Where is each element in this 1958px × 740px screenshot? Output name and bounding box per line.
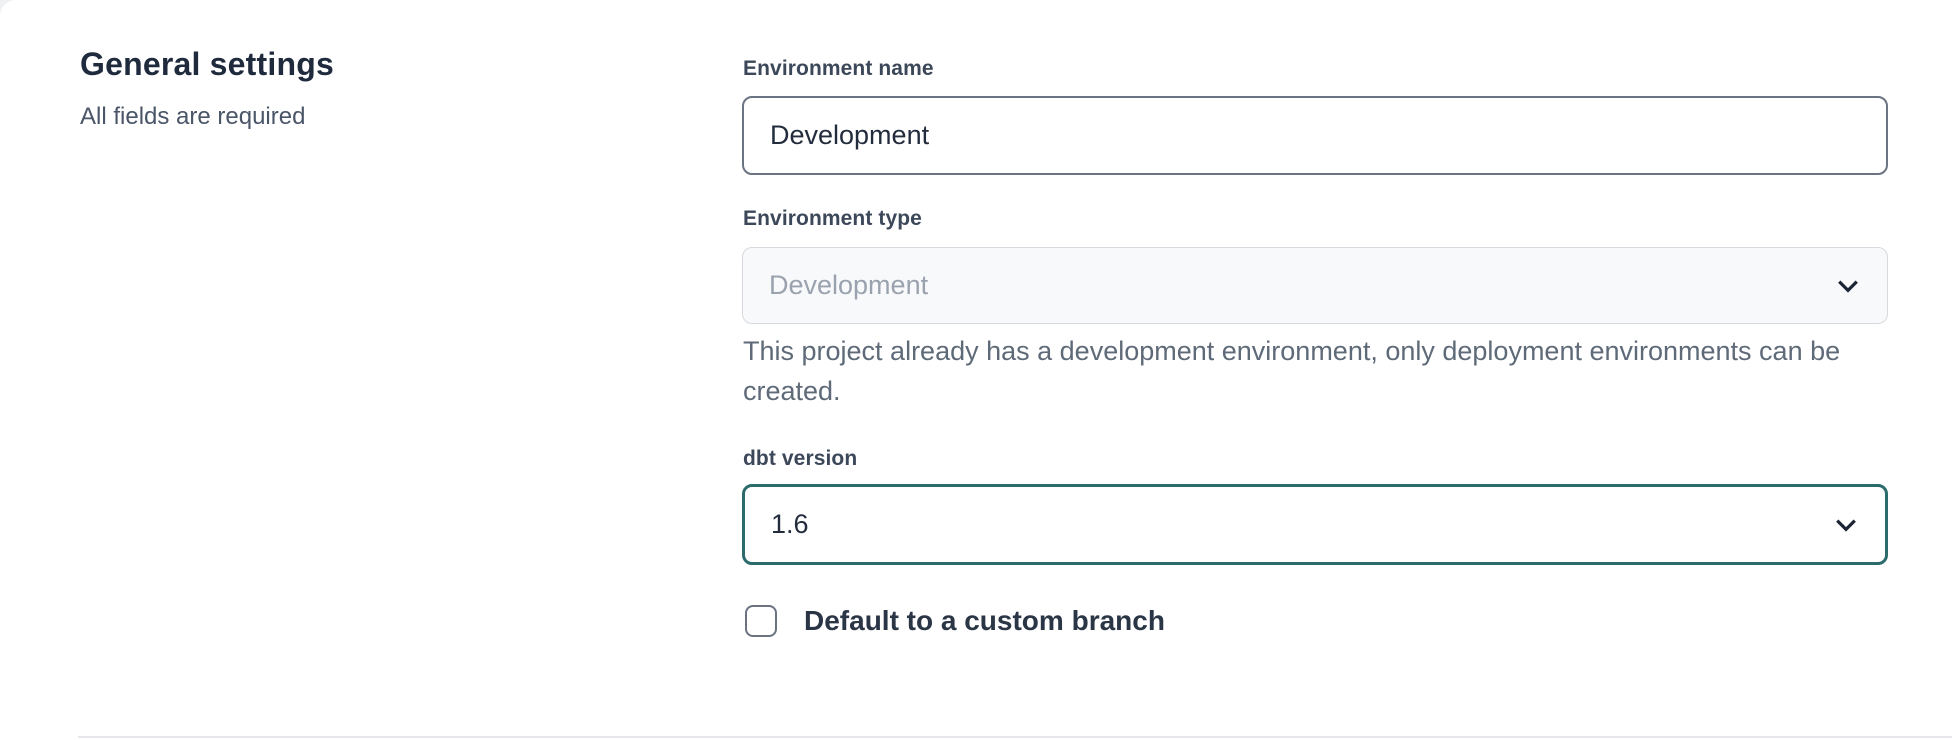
environment-type-label: Environment type	[743, 207, 922, 231]
page-title: General settings	[80, 44, 640, 84]
environment-name-label: Environment name	[743, 57, 934, 81]
environment-name-input[interactable]	[742, 96, 1888, 175]
environment-type-value: Development	[769, 270, 928, 301]
custom-branch-label[interactable]: Default to a custom branch	[804, 604, 1165, 638]
environment-type-select[interactable]: Development	[742, 247, 1888, 324]
general-settings-form: Environment name Environment type Develo…	[742, 0, 1888, 740]
custom-branch-checkbox[interactable]	[745, 605, 777, 637]
dbt-version-label: dbt version	[743, 447, 857, 471]
environment-type-helper-text: This project already has a development e…	[743, 331, 1889, 411]
card-corner-inner	[0, 0, 22, 18]
chevron-down-icon	[1833, 271, 1863, 301]
dbt-version-select[interactable]: 1.6	[742, 484, 1888, 565]
dbt-version-value: 1.6	[771, 509, 809, 540]
custom-branch-row: Default to a custom branch	[745, 604, 1165, 638]
chevron-down-icon	[1831, 510, 1861, 540]
settings-header: General settings All fields are required	[80, 44, 640, 132]
section-divider	[78, 736, 1952, 738]
card-corner	[0, 0, 22, 18]
page-subtitle: All fields are required	[80, 102, 640, 132]
